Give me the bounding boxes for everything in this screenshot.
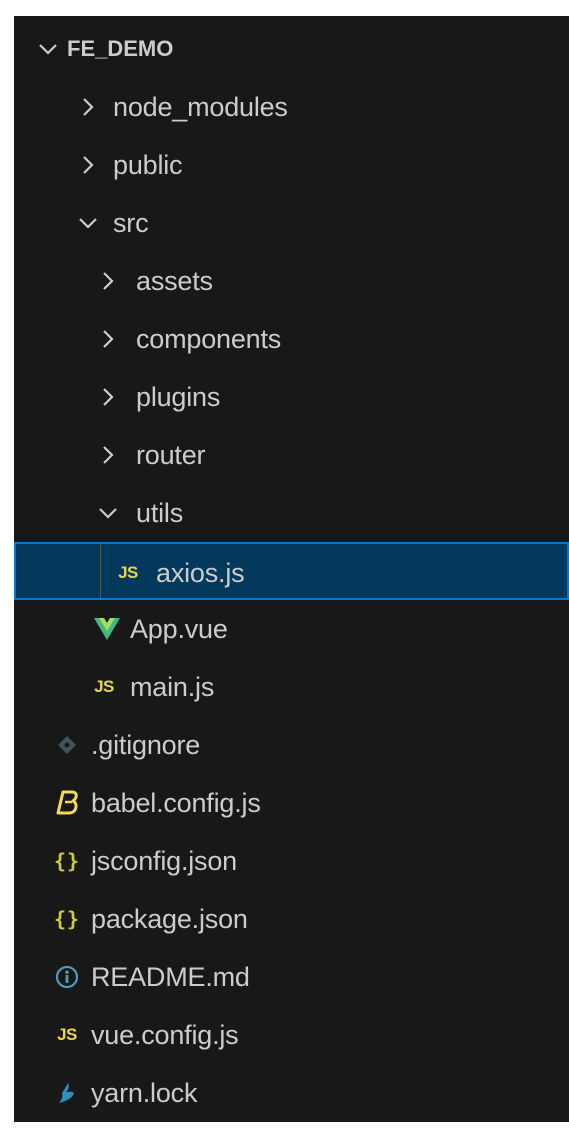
javascript-icon: JS — [57, 1025, 77, 1044]
file-label: axios.js — [156, 558, 245, 588]
file-jsconfig-json[interactable]: {} jsconfig.json — [14, 832, 569, 890]
yarn-icon — [54, 1064, 80, 1122]
git-icon — [54, 716, 80, 774]
file-label: package.json — [91, 904, 248, 934]
folder-router[interactable]: router — [14, 426, 569, 484]
folder-components[interactable]: components — [14, 310, 569, 368]
file-label: vue.config.js — [91, 1020, 239, 1050]
indent-guide — [100, 544, 101, 598]
folder-label: public — [113, 150, 183, 180]
folder-label: utils — [136, 498, 184, 528]
folder-label: router — [136, 440, 206, 470]
javascript-icon: JS — [94, 677, 114, 696]
file-explorer: FE_DEMO node_modules public src assets c… — [14, 16, 569, 1122]
explorer-root-label: FE_DEMO — [67, 36, 174, 61]
file-label: jsconfig.json — [91, 846, 237, 876]
chevron-right-icon — [98, 426, 118, 484]
chevron-down-icon — [38, 20, 58, 78]
file-axios-js[interactable]: JS axios.js — [14, 542, 569, 600]
folder-utils[interactable]: utils — [14, 484, 569, 542]
chevron-right-icon — [78, 78, 98, 136]
file-vue-config-js[interactable]: JS vue.config.js — [14, 1006, 569, 1064]
folder-src[interactable]: src — [14, 194, 569, 252]
folder-public[interactable]: public — [14, 136, 569, 194]
babel-icon — [52, 774, 82, 832]
folder-label: src — [113, 208, 149, 238]
chevron-right-icon — [78, 136, 98, 194]
file-gitignore[interactable]: .gitignore — [14, 716, 569, 774]
file-app-vue[interactable]: App.vue — [14, 600, 569, 658]
json-icon: {} — [53, 907, 81, 931]
file-yarn-lock[interactable]: yarn.lock — [14, 1064, 569, 1122]
file-label: babel.config.js — [91, 788, 261, 818]
chevron-right-icon — [98, 368, 118, 426]
file-label: yarn.lock — [91, 1078, 198, 1108]
folder-label: node_modules — [113, 92, 288, 122]
file-label: .gitignore — [91, 730, 201, 760]
explorer-root-folder[interactable]: FE_DEMO — [14, 20, 569, 78]
folder-plugins[interactable]: plugins — [14, 368, 569, 426]
javascript-icon: JS — [118, 563, 138, 582]
chevron-down-icon — [98, 484, 118, 542]
file-label: main.js — [130, 672, 215, 702]
info-icon — [53, 948, 81, 1006]
folder-node-modules[interactable]: node_modules — [14, 78, 569, 136]
file-readme-md[interactable]: README.md — [14, 948, 569, 1006]
chevron-down-icon — [78, 194, 98, 252]
folder-label: plugins — [136, 382, 221, 412]
chevron-right-icon — [98, 252, 118, 310]
file-main-js[interactable]: JS main.js — [14, 658, 569, 716]
json-icon: {} — [53, 849, 81, 873]
file-babel-config-js[interactable]: babel.config.js — [14, 774, 569, 832]
folder-assets[interactable]: assets — [14, 252, 569, 310]
file-label: App.vue — [130, 614, 228, 644]
file-package-json[interactable]: {} package.json — [14, 890, 569, 948]
folder-label: components — [136, 324, 282, 354]
file-label: README.md — [91, 962, 250, 992]
chevron-right-icon — [98, 310, 118, 368]
vue-icon — [92, 600, 122, 658]
folder-label: assets — [136, 266, 213, 296]
